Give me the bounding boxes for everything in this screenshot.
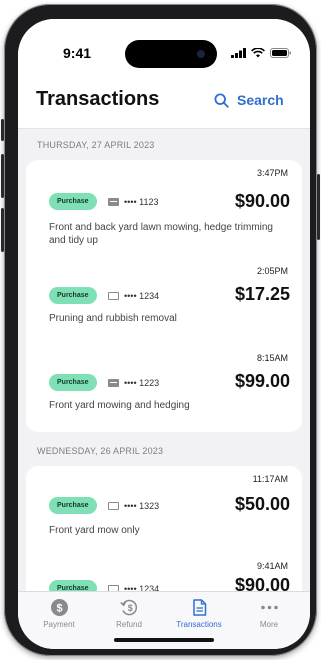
card-reference: •••• 1123 <box>108 197 158 207</box>
phone-frame: 9:41 Transactions Search THURSDAY, 27 AP… <box>1 4 320 656</box>
card-reference: •••• 1234 <box>108 291 159 301</box>
card-number: •••• 1323 <box>124 501 160 511</box>
tab-label: Transactions <box>176 620 222 629</box>
transaction-type-badge: Purchase <box>49 193 97 210</box>
card-icon <box>108 379 119 387</box>
card-reference: •••• 1223 <box>108 378 159 388</box>
transaction-row[interactable]: 2:05PM Purchase •••• 1234 $17.25 Pruning… <box>26 258 302 345</box>
status-icons <box>231 48 292 58</box>
transaction-row[interactable]: 8:15AM Purchase •••• 1223 $99.00 Front y… <box>26 345 302 432</box>
card-icon <box>108 292 119 300</box>
transaction-row[interactable]: 11:17AM Purchase •••• 1323 $50.00 Front … <box>26 466 302 553</box>
more-dots-icon <box>260 605 278 610</box>
search-button[interactable]: Search <box>214 92 284 108</box>
volume-down-button <box>1 208 4 252</box>
transaction-time: 9:41AM <box>256 561 288 571</box>
transaction-description: Front yard mowing and hedging <box>49 400 190 411</box>
transaction-amount: $50.00 <box>234 494 290 514</box>
dollar-coin-icon: $ <box>50 599 68 616</box>
card-icon <box>108 198 119 206</box>
date-header: WEDNESDAY, 26 APRIL 2023 <box>37 446 164 456</box>
transaction-description: Pruning and rubbish removal <box>49 313 177 324</box>
svg-text:$: $ <box>56 603 62 615</box>
transaction-row[interactable]: 3:47PM Purchase •••• 1123 $90.00 Front a… <box>26 160 302 258</box>
signal-icon <box>231 48 246 58</box>
volume-up-button <box>1 154 4 198</box>
home-indicator <box>114 638 214 642</box>
battery-icon <box>270 48 291 58</box>
transaction-time: 2:05PM <box>256 266 288 276</box>
tab-label: Refund <box>116 620 142 629</box>
search-icon <box>214 92 229 108</box>
transaction-type-badge: Purchase <box>49 374 97 391</box>
screen: 9:41 Transactions Search THURSDAY, 27 AP… <box>18 19 310 649</box>
tab-payment[interactable]: $ Payment <box>28 592 90 649</box>
card-number: •••• 1234 <box>124 291 160 301</box>
transaction-time: 8:15AM <box>256 353 288 363</box>
card-icon <box>108 502 119 510</box>
card-number: •••• 1123 <box>124 197 159 207</box>
dynamic-island <box>125 40 217 68</box>
transaction-amount: $17.25 <box>234 284 290 304</box>
transaction-group: 3:47PM Purchase •••• 1123 $90.00 Front a… <box>26 160 302 432</box>
status-bar: 9:41 <box>18 19 310 71</box>
card-reference: •••• 1323 <box>108 501 159 511</box>
transaction-amount: $99.00 <box>234 371 290 391</box>
transaction-time: 3:47PM <box>256 168 288 178</box>
document-icon <box>192 599 206 616</box>
tab-more[interactable]: More <box>238 592 300 649</box>
svg-text:$: $ <box>127 603 132 613</box>
transaction-amount: $90.00 <box>234 191 290 211</box>
card-number: •••• 1223 <box>124 378 160 388</box>
transaction-type-badge: Purchase <box>49 287 97 304</box>
date-header: THURSDAY, 27 APRIL 2023 <box>37 140 155 150</box>
transaction-description: Front yard mow only <box>49 525 140 536</box>
transaction-type-badge: Purchase <box>49 497 97 514</box>
nav-header: Transactions Search <box>18 71 310 129</box>
camera-icon <box>197 50 205 58</box>
refund-icon: $ <box>119 599 137 616</box>
tab-label: Payment <box>43 620 75 629</box>
tab-label: More <box>259 620 279 629</box>
search-label: Search <box>237 92 284 108</box>
power-button <box>317 174 320 240</box>
page-title: Transactions <box>36 88 160 110</box>
transactions-list[interactable]: THURSDAY, 27 APRIL 2023 3:47PM Purchase … <box>18 130 310 640</box>
mute-switch <box>1 119 4 141</box>
transaction-time: 11:17AM <box>252 474 288 484</box>
transaction-description: Front and back yard lawn mowing, hedge t… <box>49 222 273 246</box>
wifi-icon <box>251 48 265 58</box>
status-time: 9:41 <box>63 45 92 61</box>
